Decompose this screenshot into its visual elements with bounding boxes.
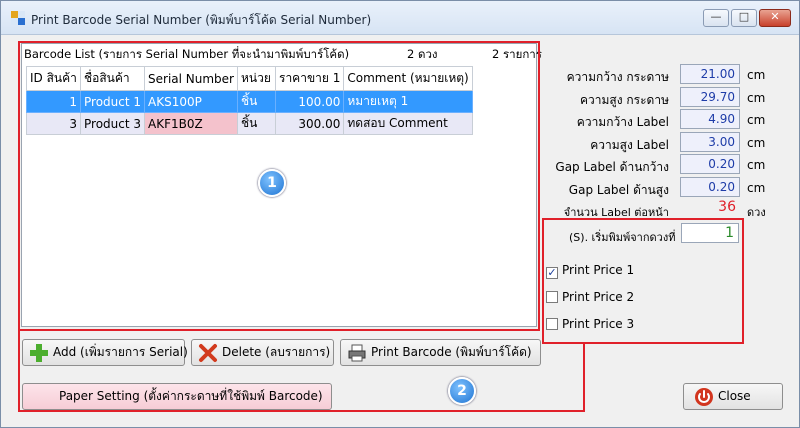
gap-width-unit: cm: [747, 158, 766, 172]
label-width-unit: cm: [747, 113, 766, 127]
label-height-field[interactable]: 3.00: [680, 132, 740, 152]
add-serial-button[interactable]: Add (เพิ่มรายการ Serial): [22, 339, 188, 366]
title-bar: Print Barcode Serial Number (พิมพ์บาร์โค…: [1, 1, 799, 35]
print-price-1-label: Print Price 1: [562, 263, 635, 277]
start-position-label: (S). เริ่มพิมพ์จากดวงที่: [569, 231, 676, 244]
label-width-label: ความกว้าง Label: [576, 115, 669, 129]
paper-width-label: ความกว้าง กระดาษ: [566, 70, 669, 84]
delete-x-icon: [199, 344, 217, 362]
minimize-button[interactable]: —: [703, 9, 729, 27]
close-button[interactable]: Close: [683, 383, 783, 410]
print-price-3-label: Print Price 3: [562, 317, 635, 331]
labels-per-page-label: จำนวน Label ต่อหน้า: [563, 206, 669, 219]
close-button-label: Close: [718, 389, 751, 403]
minimize-icon: —: [710, 10, 722, 23]
print-price-2-checkbox[interactable]: Print Price 2: [546, 290, 634, 304]
callout-badge-2: 2: [448, 377, 476, 405]
label-height-label: ความสูง Label: [590, 138, 669, 152]
gap-height-unit: cm: [747, 181, 766, 195]
checkmark-icon: ✓: [546, 266, 558, 279]
power-icon: [695, 388, 713, 406]
maximize-icon: □: [738, 10, 750, 23]
delete-button-label: Delete (ลบรายการ): [222, 345, 331, 359]
labels-per-page-value: 36: [718, 199, 736, 215]
paper-height-label: ความสูง กระดาษ: [579, 93, 669, 107]
labels-per-page-unit: ดวง: [747, 206, 766, 219]
print-barcode-window: Print Barcode Serial Number (พิมพ์บาร์โค…: [0, 0, 800, 428]
print-price-3-checkbox[interactable]: Print Price 3: [546, 317, 634, 331]
delete-button[interactable]: Delete (ลบรายการ): [191, 339, 334, 366]
gap-width-field[interactable]: 0.20: [680, 154, 740, 174]
paper-button-label: Paper Setting (ตั้งค่ากระดาษที่ใช้พิมพ์ …: [59, 389, 323, 403]
paper-height-unit: cm: [747, 91, 766, 105]
printer-icon: [348, 344, 366, 362]
close-icon: ✕: [770, 10, 780, 23]
print-price-1-checkbox[interactable]: ✓ Print Price 1: [546, 263, 634, 279]
print-button-label: Print Barcode (พิมพ์บาร์โค้ด): [371, 345, 532, 359]
add-button-label: Add (เพิ่มรายการ Serial): [53, 345, 188, 359]
paper-width-field[interactable]: 21.00: [680, 64, 740, 84]
label-height-unit: cm: [747, 136, 766, 150]
app-icon: [11, 11, 25, 25]
gap-height-label: Gap Label ด้านสูง: [568, 183, 669, 197]
window-title: Print Barcode Serial Number (พิมพ์บาร์โค…: [31, 13, 372, 27]
unchecked-box-icon: [546, 318, 558, 330]
gap-width-label: Gap Label ด้านกว้าง: [555, 160, 669, 174]
print-barcode-button[interactable]: Print Barcode (พิมพ์บาร์โค้ด): [340, 339, 541, 366]
maximize-button[interactable]: □: [731, 9, 757, 27]
paper-height-field[interactable]: 29.70: [680, 87, 740, 107]
paper-width-unit: cm: [747, 68, 766, 82]
print-price-2-label: Print Price 2: [562, 290, 635, 304]
callout-badge-1: 1: [258, 169, 286, 197]
start-position-field[interactable]: 1: [681, 223, 739, 243]
plus-icon: [30, 344, 48, 362]
highlight-box-2-connector: [583, 342, 585, 412]
gap-height-field[interactable]: 0.20: [680, 177, 740, 197]
paper-setting-button[interactable]: Paper Setting (ตั้งค่ากระดาษที่ใช้พิมพ์ …: [22, 383, 332, 410]
label-width-field[interactable]: 4.90: [680, 109, 740, 129]
close-window-button[interactable]: ✕: [759, 9, 791, 27]
unchecked-box-icon: [546, 291, 558, 303]
